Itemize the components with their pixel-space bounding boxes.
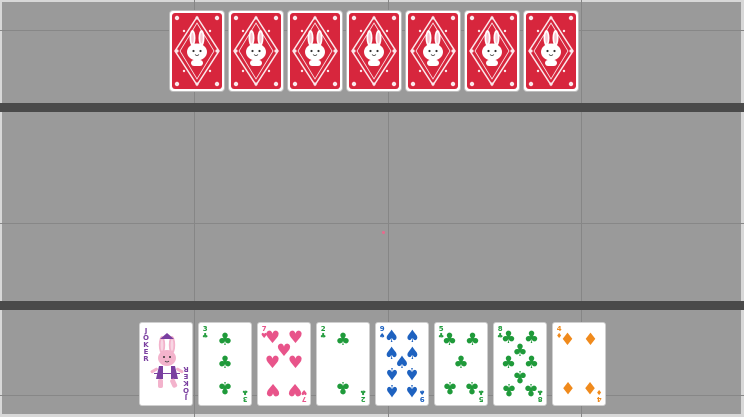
opponent-card-back — [346, 10, 402, 92]
player-card-4-diamonds[interactable]: 4 ♦ 4 ♦ ♦ ♦ ♦ ♦ — [552, 322, 606, 406]
clubs-icon: ♣ — [320, 332, 327, 340]
player-card-5-clubs[interactable]: 5 ♣ 5 ♣ ♣ ♣ ♣ ♣ ♣ — [434, 322, 488, 406]
player-card-7-hearts[interactable]: 7 ♥ 7 ♥ ♥ ♥ ♥ ♥ ♥ ♥ ♥ — [257, 322, 311, 406]
table-edge-left — [0, 0, 2, 417]
opponent-card-back — [523, 10, 579, 92]
clubs-icon: ♣ — [241, 388, 248, 396]
card-rank: 2 — [360, 395, 366, 403]
bunny-card-back-icon — [408, 13, 458, 89]
player-card-8-clubs[interactable]: 8 ♣ 8 ♣ ♣ ♣ ♣ ♣ ♣ ♣ ♣ ♣ — [493, 322, 547, 406]
clubs-icon: ♣ — [500, 378, 517, 399]
bunny-card-back-icon — [526, 13, 576, 89]
hearts-icon: ♥ — [264, 353, 281, 373]
game-table: JOKER JOKER 3 ♣ 3 ♣ ♣ ♣ ♣ 7 ♥ 7 ♥ ♥ ♥ ♥ ♥ ♥ ♥ ♥ 2 ♣ 2 ♣ ♣ ♣ 9 ♠ 9 ♠ ♠… — [0, 0, 744, 417]
player-card-3-clubs[interactable]: 3 ♣ 3 ♣ ♣ ♣ ♣ — [198, 322, 252, 406]
clubs-icon: ♣ — [217, 353, 233, 373]
clubs-icon: ♣ — [335, 330, 351, 351]
table-edge-top — [0, 0, 744, 2]
clubs-icon: ♣ — [359, 388, 366, 396]
clubs-icon: ♣ — [217, 376, 233, 397]
clubs-icon: ♣ — [217, 330, 233, 351]
opponent-card-back — [464, 10, 520, 92]
clubs-icon: ♣ — [464, 330, 481, 351]
card-rank: 3 — [242, 395, 248, 403]
card-index: 2 ♣ — [360, 388, 366, 403]
clubs-icon: ♣ — [441, 376, 458, 397]
bunny-card-back-icon — [467, 13, 517, 89]
diamonds-icon: ♦ — [559, 376, 576, 397]
hearts-icon: ♥ — [287, 378, 304, 399]
bunny-card-back-icon — [349, 13, 399, 89]
diamonds-icon: ♦ — [582, 376, 599, 397]
grid-line — [0, 223, 744, 224]
spades-icon: ♠ — [383, 380, 400, 401]
hearts-icon: ♥ — [264, 378, 281, 399]
grid-line — [0, 395, 744, 396]
clubs-icon: ♣ — [464, 376, 481, 397]
card-index: 2 ♣ — [320, 325, 326, 340]
card-index: 3 ♣ — [202, 325, 208, 340]
player-card-2-clubs[interactable]: 2 ♣ 2 ♣ ♣ ♣ — [316, 322, 370, 406]
bunny-card-back-icon — [172, 13, 222, 89]
spades-icon: ♠ — [404, 380, 421, 401]
clubs-icon: ♣ — [335, 376, 351, 397]
table-center-marker — [382, 231, 385, 234]
clubs-icon: ♣ — [202, 332, 209, 340]
opponent-card-back — [228, 10, 284, 92]
player-card-9-spades[interactable]: 9 ♠ 9 ♠ ♠ ♠ ♠ ♠ ♠ ♠ ♠ ♠ ♠ — [375, 322, 429, 406]
opponent-card-back — [169, 10, 225, 92]
clubs-icon: ♣ — [453, 353, 469, 373]
spades-icon: ♠ — [404, 363, 421, 384]
joker-bunny-icon — [150, 333, 184, 388]
card-index: 3 ♣ — [242, 388, 248, 403]
bunny-card-back-icon — [231, 13, 281, 89]
opponent-zone-divider — [0, 103, 744, 112]
opponent-card-back — [405, 10, 461, 92]
opponent-card-back — [287, 10, 343, 92]
clubs-icon: ♣ — [523, 378, 540, 399]
player-card-joker-joker[interactable]: JOKER JOKER — [139, 322, 193, 406]
clubs-icon: ♣ — [441, 330, 458, 351]
diamonds-icon: ♦ — [559, 330, 576, 351]
diamonds-icon: ♦ — [582, 330, 599, 351]
player-zone-divider — [0, 301, 744, 310]
hearts-icon: ♥ — [287, 353, 304, 373]
bunny-card-back-icon — [290, 13, 340, 89]
spades-icon: ♠ — [383, 363, 400, 384]
